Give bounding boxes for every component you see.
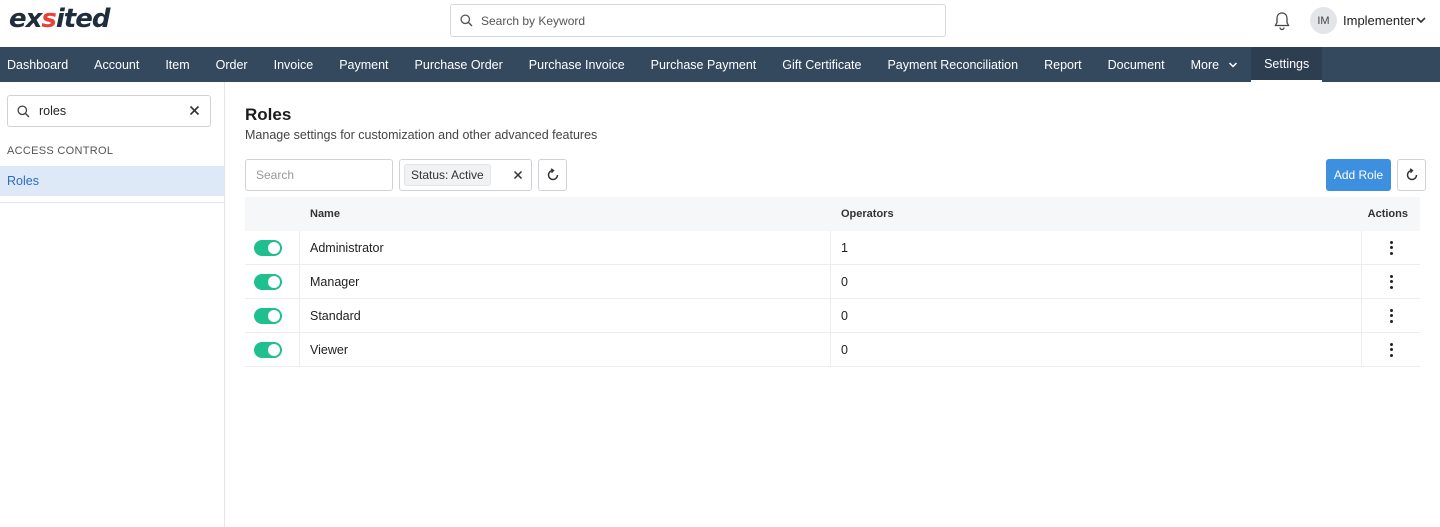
nav-item-payment[interactable]: Payment: [326, 47, 401, 82]
more-vertical-icon[interactable]: [1389, 240, 1393, 255]
active-toggle[interactable]: [254, 307, 282, 324]
active-toggle[interactable]: [254, 341, 282, 358]
nav-item-more[interactable]: More: [1178, 47, 1251, 82]
roles-table: Name Operators Actions Administrator 1 M…: [245, 197, 1420, 367]
global-search-input[interactable]: Search by Keyword: [450, 4, 946, 37]
sidebar-divider: [0, 202, 224, 203]
status-filter[interactable]: Status: Active: [399, 159, 532, 191]
bell-icon[interactable]: [1273, 11, 1291, 31]
nav-item-item[interactable]: Item: [152, 47, 202, 82]
role-name: Administrator: [300, 231, 831, 264]
search-icon: [17, 104, 30, 117]
page-subtitle: Manage settings for customization and ot…: [245, 128, 598, 142]
nav-item-purchase-payment[interactable]: Purchase Payment: [638, 47, 770, 82]
chevron-down-icon: [1229, 61, 1238, 68]
column-header-actions: Actions: [1367, 208, 1408, 220]
sidebar-section-label: ACCESS CONTROL: [7, 145, 114, 157]
row-actions-cell: [1362, 231, 1420, 264]
row-actions-cell: [1362, 265, 1420, 298]
row-actions-cell: [1362, 299, 1420, 332]
global-search-placeholder: Search by Keyword: [481, 13, 586, 28]
refresh-button[interactable]: [1397, 159, 1426, 191]
role-operators: 0: [831, 265, 1362, 298]
main-nav: Dashboard Account Item Order Invoice Pay…: [0, 47, 1440, 82]
header-toggle-cell: [245, 197, 300, 231]
refresh-icon: [547, 168, 558, 181]
column-header-operators[interactable]: Operators: [831, 197, 1362, 231]
nav-more-label: More: [1190, 57, 1220, 72]
search-icon: [460, 14, 473, 27]
reset-filters-button[interactable]: [538, 159, 567, 191]
status-chip[interactable]: Status: Active: [404, 164, 491, 186]
role-operators: 0: [831, 333, 1362, 366]
nav-item-report[interactable]: Report: [1031, 47, 1095, 82]
nav-item-settings[interactable]: Settings: [1251, 47, 1323, 82]
sidebar-search-input[interactable]: roles: [7, 95, 211, 127]
role-operators: 0: [831, 299, 1362, 332]
toggle-cell: [245, 299, 300, 332]
column-header-name[interactable]: Name: [300, 197, 831, 231]
refresh-icon: [1406, 168, 1417, 181]
settings-sidebar: roles ACCESS CONTROL Roles: [0, 82, 225, 527]
page-title: Roles: [245, 105, 292, 124]
table-row[interactable]: Viewer 0: [245, 333, 1420, 367]
row-actions-cell: [1362, 333, 1420, 366]
avatar[interactable]: IM: [1310, 7, 1337, 34]
close-icon[interactable]: [513, 170, 523, 180]
active-toggle[interactable]: [254, 239, 282, 256]
role-operators: 1: [831, 231, 1362, 264]
nav-item-invoice[interactable]: Invoice: [261, 47, 327, 82]
user-name[interactable]: Implementer: [1343, 13, 1415, 28]
nav-item-payment-reconciliation[interactable]: Payment Reconciliation: [874, 47, 1031, 82]
roles-search-input[interactable]: Search: [245, 159, 393, 191]
app-logo[interactable]: exsited: [9, 4, 110, 34]
close-icon[interactable]: [189, 105, 200, 116]
nav-item-order[interactable]: Order: [203, 47, 261, 82]
toggle-cell: [245, 231, 300, 264]
nav-item-account[interactable]: Account: [81, 47, 152, 82]
nav-item-gift-certificate[interactable]: Gift Certificate: [769, 47, 874, 82]
role-name: Standard: [300, 299, 831, 332]
table-header: Name Operators Actions: [245, 197, 1420, 231]
add-role-button[interactable]: Add Role: [1326, 159, 1391, 191]
nav-item-document[interactable]: Document: [1095, 47, 1178, 82]
sidebar-item-roles[interactable]: Roles: [0, 166, 224, 196]
role-name: Viewer: [300, 333, 831, 366]
chevron-down-icon[interactable]: [1415, 15, 1427, 25]
nav-item-purchase-invoice[interactable]: Purchase Invoice: [516, 47, 638, 82]
table-row[interactable]: Manager 0: [245, 265, 1420, 299]
nav-item-dashboard[interactable]: Dashboard: [0, 47, 81, 82]
more-vertical-icon[interactable]: [1389, 342, 1393, 357]
more-vertical-icon[interactable]: [1389, 308, 1393, 323]
table-row[interactable]: Standard 0: [245, 299, 1420, 333]
role-name: Manager: [300, 265, 831, 298]
toggle-cell: [245, 265, 300, 298]
toggle-cell: [245, 333, 300, 366]
more-vertical-icon[interactable]: [1389, 274, 1393, 289]
sidebar-search-value: roles: [39, 104, 67, 118]
table-row[interactable]: Administrator 1: [245, 231, 1420, 265]
top-bar: exsited Search by Keyword IM Implementer: [0, 0, 1440, 47]
nav-item-purchase-order[interactable]: Purchase Order: [402, 47, 516, 82]
active-toggle[interactable]: [254, 273, 282, 290]
